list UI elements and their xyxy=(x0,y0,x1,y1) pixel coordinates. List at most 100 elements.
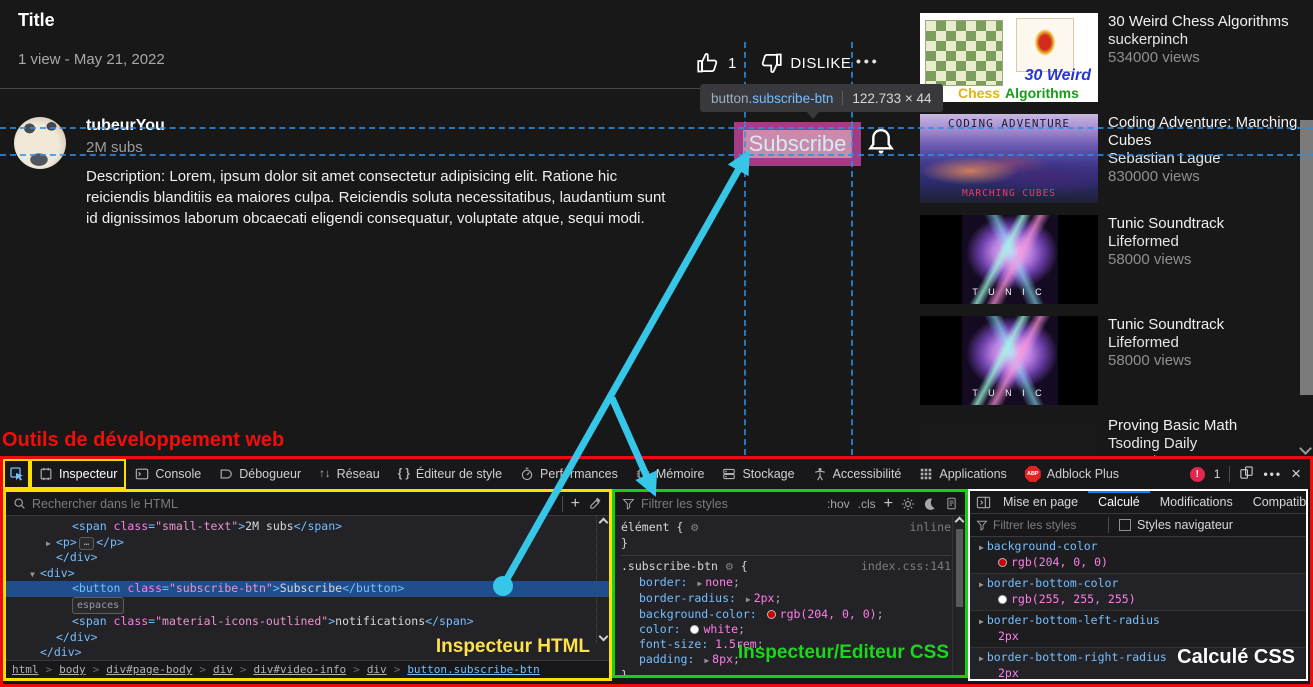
recommended-video-item[interactable]: T U N I CTunic SoundtrackLifeformed58000… xyxy=(920,215,1305,304)
devtools-tab-network[interactable]: ↑↓Réseau xyxy=(310,459,389,489)
computed-property-name-row[interactable]: ▶border-bottom-left-radius xyxy=(976,613,1306,629)
color-swatch[interactable] xyxy=(767,610,776,619)
computed-panel-tab[interactable]: Mise en page xyxy=(993,491,1088,514)
computed-filter-input[interactable] xyxy=(993,518,1108,532)
computed-panel-tab[interactable]: Calculé xyxy=(1088,491,1150,514)
expand-value-icon[interactable]: ▶ xyxy=(697,579,702,588)
css-filter-input[interactable] xyxy=(641,497,819,511)
markup-code-line[interactable]: <span class="material-icons-outlined">no… xyxy=(6,614,609,630)
rule-gear-icon[interactable]: ⚙ xyxy=(690,523,699,534)
channel-name[interactable]: tubeurYou xyxy=(86,117,165,135)
video-thumbnail[interactable]: 30 WeirdChessAlgorithms xyxy=(920,13,1098,102)
devtools-tab-memory[interactable]: Mémoire xyxy=(627,459,714,489)
eyedropper-icon[interactable] xyxy=(588,497,602,511)
devtools-tab-style-editor[interactable]: { }Éditeur de style xyxy=(389,459,511,489)
video-title[interactable]: Tunic Soundtrack xyxy=(1108,215,1303,233)
scroll-down-icon[interactable] xyxy=(598,632,608,642)
devtools-tab-debugger[interactable]: Débogueur xyxy=(210,459,310,489)
whitespace-badge[interactable]: espaces xyxy=(72,597,124,615)
twisty-expanded-icon[interactable]: ▼ xyxy=(30,567,35,583)
breadcrumb-item[interactable]: body xyxy=(59,663,86,676)
css-rule-header[interactable]: élément { ⚙inline xyxy=(621,520,951,536)
computed-property-name-row[interactable]: ▶background-color xyxy=(976,539,1306,555)
css-property[interactable]: border: ▶none; xyxy=(621,575,951,591)
color-swatch[interactable] xyxy=(690,625,699,634)
breadcrumb-item[interactable]: html xyxy=(12,663,39,676)
notifications-bell-icon[interactable] xyxy=(864,124,898,163)
css-rule-origin[interactable]: index.css:141 xyxy=(861,559,951,574)
computed-property[interactable]: ▶background-colorrgb(204, 0, 0) xyxy=(970,537,1306,574)
html-search-input[interactable] xyxy=(32,497,562,511)
devtools-tab-console[interactable]: Console xyxy=(126,459,210,489)
dark-theme-icon[interactable] xyxy=(923,497,937,511)
thumbs-up-icon[interactable] xyxy=(695,50,721,76)
print-media-icon[interactable] xyxy=(945,497,958,510)
browser-styles-checkbox[interactable] xyxy=(1119,519,1131,531)
expand-value-icon[interactable]: ▶ xyxy=(746,595,751,604)
channel-avatar[interactable] xyxy=(14,117,66,169)
light-theme-icon[interactable] xyxy=(901,497,915,511)
recommended-video-item[interactable]: 30 WeirdChessAlgorithms 30 Weird Chess Al… xyxy=(920,13,1305,102)
computed-property[interactable]: ▶border-bottom-colorrgb(255, 255, 255) xyxy=(970,574,1306,611)
markup-code-line[interactable]: <button class="subscribe-btn">Subscribe<… xyxy=(6,581,609,597)
css-rule-origin[interactable]: inline xyxy=(909,520,951,535)
markup-code-line[interactable]: espaces xyxy=(6,597,609,615)
css-property[interactable]: color: white; xyxy=(621,622,951,637)
devtools-close-icon[interactable]: × xyxy=(1291,464,1301,484)
pseudo-class-toggle[interactable]: :hov xyxy=(827,497,850,511)
devtools-tab-storage[interactable]: Stockage xyxy=(713,459,803,489)
panel-toggle-icon[interactable] xyxy=(976,495,991,510)
video-title[interactable]: Proving Basic Math xyxy=(1108,417,1303,435)
expand-property-icon[interactable]: ▶ xyxy=(979,654,984,663)
error-count-icon[interactable]: ! xyxy=(1190,467,1205,482)
video-thumbnail[interactable]: T U N I C xyxy=(920,215,1098,304)
page-scrollbar-thumb[interactable] xyxy=(1300,120,1313,395)
css-panel-scrollbar[interactable] xyxy=(952,516,965,675)
expand-value-icon[interactable]: ▶ xyxy=(704,656,709,665)
markup-code-line[interactable]: ▶<p>…</p> xyxy=(6,535,609,551)
responsive-design-icon[interactable] xyxy=(1239,465,1254,483)
computed-panel-tab[interactable]: Modifications xyxy=(1150,491,1243,514)
breadcrumb-item[interactable]: div xyxy=(213,663,233,676)
devtools-tab-performance[interactable]: Performances xyxy=(511,459,627,489)
computed-panel-tab[interactable]: Compatibilité xyxy=(1243,491,1306,514)
class-toggle[interactable]: .cls xyxy=(858,497,876,511)
breadcrumb-item[interactable]: div xyxy=(367,663,387,676)
devtools-menu-icon[interactable]: ••• xyxy=(1263,467,1282,481)
add-rule-button[interactable]: + xyxy=(884,495,893,513)
dislike-button[interactable]: DISLIKE xyxy=(790,55,851,72)
markup-view[interactable]: <span class="small-text">2M subs</span>▶… xyxy=(6,516,609,643)
twisty-collapsed-icon[interactable]: ▶ xyxy=(46,536,51,552)
scroll-up-icon[interactable] xyxy=(954,517,964,527)
video-title[interactable]: Coding Adventure: Marching Cubes xyxy=(1108,114,1303,150)
markup-code-line[interactable]: <span class="small-text">2M subs</span> xyxy=(6,519,609,535)
breadcrumb-item[interactable]: div#page-body xyxy=(106,663,192,676)
scroll-up-icon[interactable] xyxy=(598,518,608,528)
element-picker-icon[interactable] xyxy=(3,459,30,489)
thumbs-down-icon[interactable] xyxy=(758,50,784,76)
markup-code-line[interactable]: </div> xyxy=(6,550,609,566)
recommended-video-item[interactable]: T U N I CTunic SoundtrackLifeformed58000… xyxy=(920,316,1305,405)
expand-property-icon[interactable]: ▶ xyxy=(979,617,984,626)
css-property[interactable]: background-color: rgb(204, 0, 0); xyxy=(621,607,951,622)
breadcrumb-item[interactable]: div#video-info xyxy=(253,663,346,676)
expand-property-icon[interactable]: ▶ xyxy=(979,580,984,589)
breadcrumb-item[interactable]: button.subscribe-btn xyxy=(407,663,539,676)
devtools-tab-applications[interactable]: Applications xyxy=(910,459,1015,489)
css-property[interactable]: border-radius: ▶2px; xyxy=(621,591,951,607)
computed-property[interactable]: ▶border-bottom-left-radius2px xyxy=(970,611,1306,648)
rule-gear-icon[interactable]: ⚙ xyxy=(725,562,734,573)
css-rule-header[interactable]: .subscribe-btn ⚙ {index.css:141 xyxy=(621,559,951,575)
add-node-button[interactable]: + xyxy=(571,495,580,513)
video-thumbnail[interactable]: T U N I C xyxy=(920,316,1098,405)
devtools-tab-accessibility[interactable]: Accessibilité xyxy=(804,459,911,489)
video-title[interactable]: 30 Weird Chess Algorithms xyxy=(1108,13,1303,31)
expand-property-icon[interactable]: ▶ xyxy=(979,543,984,552)
video-title[interactable]: Tunic Soundtrack xyxy=(1108,316,1303,334)
devtools-tab-abp[interactable]: ABPAdblock Plus xyxy=(1016,459,1128,489)
markup-code-line[interactable]: ▼<div> xyxy=(6,566,609,582)
devtools-tab-inspector[interactable]: Inspecteur xyxy=(30,459,126,489)
markup-scrollbar[interactable] xyxy=(596,516,609,643)
computed-property-name-row[interactable]: ▶border-bottom-color xyxy=(976,576,1306,592)
more-options-icon[interactable]: ••• xyxy=(856,53,880,69)
